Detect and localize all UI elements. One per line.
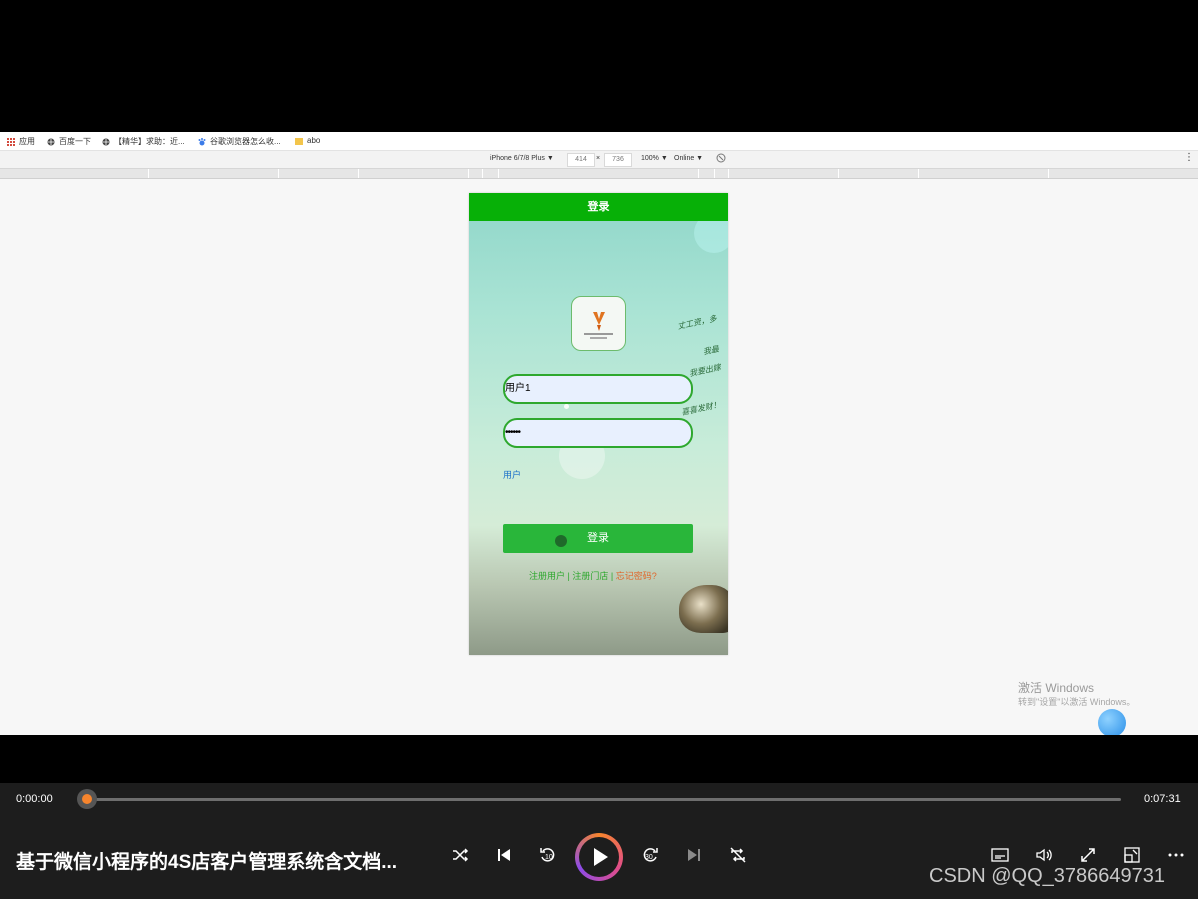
bookmarks-bar: 应用 百度一下 【精华】求助：近... 谷歌浏览器怎么收... abo (0, 132, 1198, 151)
username-input[interactable]: 用户1 (503, 374, 693, 404)
link-separator: | (567, 571, 570, 581)
logo-mark-icon (584, 312, 613, 339)
register-user-link[interactable]: 注册用户 (529, 571, 565, 581)
forgot-password-link[interactable]: 忘记密码? (616, 571, 657, 581)
password-input[interactable]: •••••• (503, 418, 693, 448)
bookmark-apps[interactable]: 应用 (7, 136, 35, 147)
seek-bar[interactable] (87, 798, 1121, 801)
play-button-inner (579, 837, 619, 877)
decorative-handwriting: 我最 (702, 344, 720, 357)
decorative-handwriting: 我要出嫁 (688, 362, 722, 379)
ruler-tick (1048, 169, 1049, 178)
device-toolbar: iPhone 6/7/8 Plus ▼ 414 × 736 100% ▼ Onl… (0, 151, 1198, 169)
rotate-icon[interactable] (716, 153, 726, 165)
ruler-tick (698, 169, 699, 178)
ruler-tick (838, 169, 839, 178)
register-store-link[interactable]: 注册门店 (572, 571, 608, 581)
login-button[interactable]: 登录 (503, 524, 693, 553)
ruler-tick (468, 169, 469, 178)
app-logo (571, 296, 626, 351)
network-select[interactable]: Online ▼ (674, 155, 703, 162)
role-selector[interactable]: 用户 (503, 468, 521, 481)
play-icon (594, 848, 608, 866)
bookmark-chrome-tip[interactable]: 谷歌浏览器怎么收... (198, 136, 281, 147)
svg-text:30: 30 (645, 854, 653, 861)
bokeh-light (564, 404, 569, 409)
ruler-tick (148, 169, 149, 178)
current-time: 0:00:00 (16, 793, 53, 805)
bookmark-label: 应用 (19, 137, 35, 146)
link-separator: | (610, 571, 614, 581)
more-icon[interactable] (1164, 845, 1188, 869)
ruler-tick (714, 169, 715, 178)
nav-bar-title: 登录 (469, 193, 728, 221)
windows-activation-hint: 转到"设置"以激活 Windows。 (1018, 697, 1136, 707)
device-select[interactable]: iPhone 6/7/8 Plus ▼ (490, 155, 554, 162)
bookmark-baidu[interactable]: 百度一下 (47, 136, 91, 147)
media-query-ruler (0, 169, 1198, 179)
previous-icon[interactable] (492, 845, 516, 869)
ruler-tick (728, 169, 729, 178)
globe-icon (102, 138, 110, 146)
play-button[interactable] (575, 833, 623, 881)
folder-icon (295, 137, 303, 145)
seek-knob[interactable] (82, 794, 92, 804)
bookmark-folder-abo[interactable]: abo (295, 136, 320, 145)
auth-links: 注册用户 | 注册门店 | 忘记密码? (529, 569, 657, 582)
width-input[interactable]: 414 (567, 153, 595, 167)
seashell-decoration (679, 585, 728, 633)
bookmark-label: 百度一下 (59, 137, 91, 146)
height-input[interactable]: 736 (604, 153, 632, 167)
ruler-tick (498, 169, 499, 178)
dimension-separator: × (596, 155, 601, 162)
next-icon[interactable] (682, 845, 706, 869)
paw-icon (198, 137, 206, 146)
bookmark-label: 谷歌浏览器怎么收... (210, 137, 281, 146)
shuffle-icon[interactable] (448, 845, 472, 869)
phone-screen: 丈工资，多 我最 我要出嫁 喜喜发财！ 登录 用户1 •••••• 用户 登录 … (469, 193, 728, 655)
svg-text:10: 10 (545, 854, 553, 861)
csdn-watermark: CSDN @QQ_3786649731 (929, 865, 1165, 887)
more-options-icon[interactable]: ⋮ (1184, 152, 1194, 163)
globe-icon (47, 138, 55, 146)
video-title: 基于微信小程序的4S店客户管理系统含文档... (16, 852, 398, 873)
ruler-tick (918, 169, 919, 178)
windows-activation-title: 激活 Windows (1018, 681, 1095, 695)
ruler-tick (482, 169, 483, 178)
video-player-controls: 0:00:00 0:07:31 基于微信小程序的4S店客户管理系统含文档... … (0, 783, 1198, 899)
bookmark-label: 【精华】求助：近... (114, 137, 185, 146)
forward-30-icon[interactable]: 30 (638, 845, 662, 869)
browser-viewport: 应用 百度一下 【精华】求助：近... 谷歌浏览器怎么收... abo iPho… (0, 132, 1198, 735)
decorative-handwriting: 丈工资，多 (676, 313, 718, 332)
click-indicator (555, 535, 567, 547)
ruler-tick (358, 169, 359, 178)
rewind-10-icon[interactable]: 10 (536, 845, 560, 869)
apps-grid-icon (7, 137, 15, 146)
duration: 0:07:31 (1144, 793, 1181, 805)
ruler-tick (278, 169, 279, 178)
repeat-off-icon[interactable] (726, 845, 750, 869)
bookmark-label: abo (307, 136, 321, 145)
zoom-select[interactable]: 100% ▼ (641, 155, 668, 162)
bookmark-help[interactable]: 【精华】求助：近... (102, 136, 185, 147)
floating-assistant-icon[interactable] (1098, 709, 1126, 735)
